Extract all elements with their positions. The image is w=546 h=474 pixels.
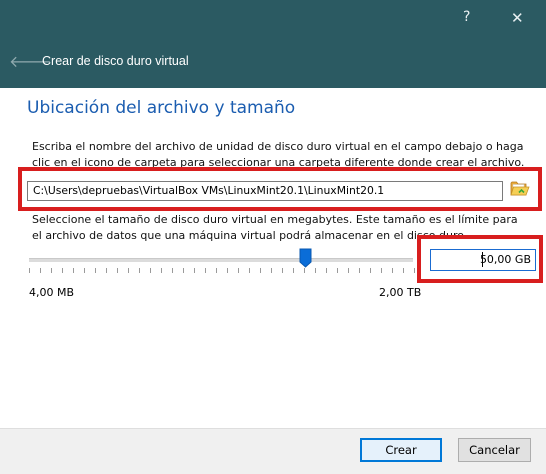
wizard-header: ? ✕ 🡐 Crear de disco duro virtual [0, 0, 546, 88]
cancel-button[interactable]: Cancelar [458, 438, 531, 462]
size-slider-track[interactable] [29, 258, 413, 262]
folder-open-icon[interactable] [510, 179, 530, 197]
window-title: Crear de disco duro virtual [42, 54, 189, 68]
slider-thumb-graphic [299, 248, 312, 268]
page-heading: Ubicación del archivo y tamaño [27, 98, 296, 118]
create-button[interactable]: Crear [360, 438, 442, 462]
slider-min-label: 4,00 MB [29, 286, 75, 299]
help-icon[interactable]: ? [463, 9, 470, 25]
file-path-input[interactable]: C:\Users\depruebas\VirtualBox VMs\LinuxM… [27, 181, 503, 201]
text-caret [482, 252, 483, 267]
file-path-value: C:\Users\depruebas\VirtualBox VMs\LinuxM… [33, 184, 385, 197]
size-slider-ticks [29, 268, 415, 273]
size-input[interactable]: 50,00 GB [430, 249, 536, 271]
slider-thumb[interactable] [299, 248, 312, 268]
size-instruction-text: Seleccione el tamaño de disco duro virtu… [32, 213, 518, 242]
close-icon[interactable]: ✕ [511, 9, 524, 27]
slider-max-label: 2,00 TB [379, 286, 422, 299]
file-instruction-text: Escriba el nombre del archivo de unidad … [32, 140, 525, 169]
folder-open-icon-graphic [510, 181, 530, 196]
size-value: 50,00 GB [479, 253, 531, 266]
